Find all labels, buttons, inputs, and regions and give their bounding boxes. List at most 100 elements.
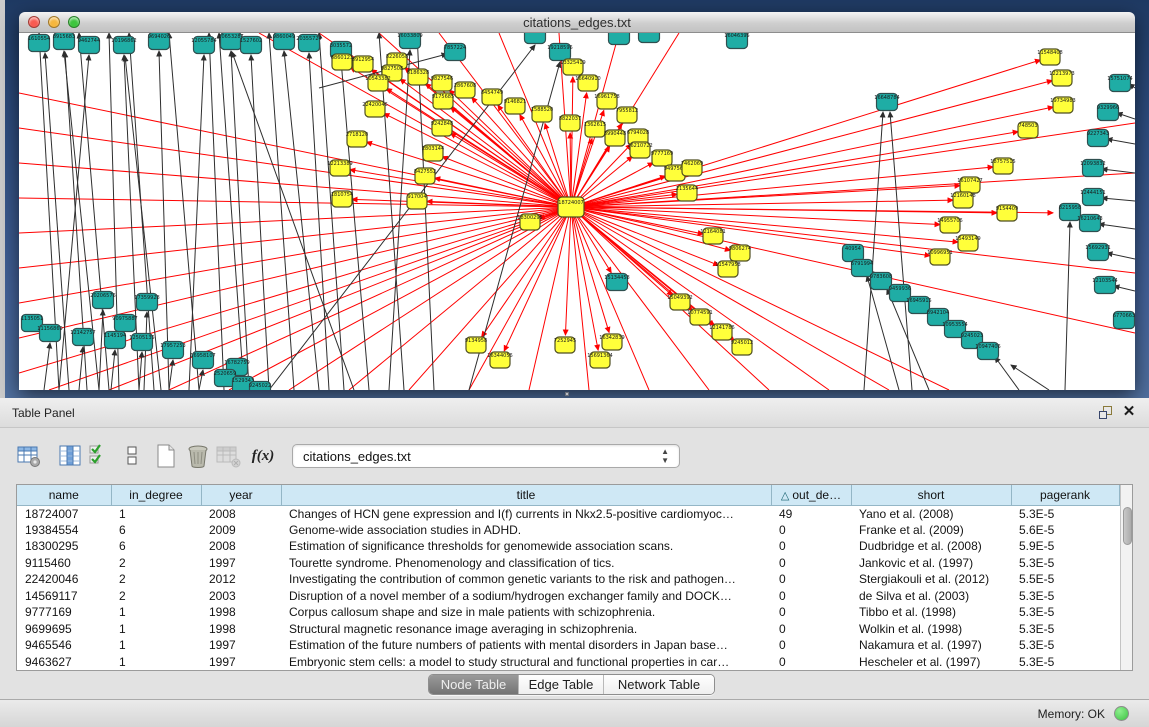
graph-edge[interactable] xyxy=(169,33,199,390)
column-header-title[interactable]: title xyxy=(281,485,771,505)
graph-edge[interactable] xyxy=(159,51,169,390)
graph-node-label: 2520659 xyxy=(214,371,236,377)
graph-edge[interactable] xyxy=(19,128,571,207)
graph-edge[interactable] xyxy=(199,370,203,390)
graph-edge[interactable] xyxy=(19,163,571,207)
table-row[interactable]: 911546021997Tourette syndrome. Phenomeno… xyxy=(17,555,1119,572)
vertical-scrollbar[interactable] xyxy=(1120,485,1133,670)
graph-edge[interactable] xyxy=(1099,224,1135,229)
table-row[interactable]: 1830029562008Estimation of significance … xyxy=(17,538,1119,555)
cell-year: 2008 xyxy=(201,538,281,555)
new-file-button[interactable] xyxy=(152,442,180,470)
graph-node-label: 748503 xyxy=(1018,123,1037,129)
graph-edge[interactable] xyxy=(232,52,354,390)
graph-edge[interactable] xyxy=(1102,198,1135,201)
column-header-short[interactable]: short xyxy=(851,485,1011,505)
graph-edge[interactable] xyxy=(111,350,115,390)
cell-title: Corpus callosum shape and size in male p… xyxy=(281,604,771,621)
graph-edge[interactable] xyxy=(1114,286,1135,291)
cell-name: 19384554 xyxy=(17,522,111,539)
table-row[interactable]: 946362711997Embryonic stem cells: a mode… xyxy=(17,654,1119,671)
graph-edge[interactable] xyxy=(99,310,103,390)
cell-year: 1998 xyxy=(201,604,281,621)
float-panel-icon[interactable] xyxy=(1099,406,1113,420)
column-header-pagerank[interactable]: pagerank xyxy=(1011,485,1119,505)
table-settings-button[interactable] xyxy=(15,442,43,470)
graph-edge[interactable] xyxy=(19,207,571,303)
table-row[interactable]: 1456911722003Disruption of a novel membe… xyxy=(17,588,1119,605)
table-row[interactable]: 1938455462009Genome-wide association stu… xyxy=(17,522,1119,539)
table-column-button[interactable] xyxy=(56,442,84,470)
network-canvas[interactable]: 1610554891568394627441019686296940261205… xyxy=(19,33,1135,390)
network-window-titlebar[interactable]: citations_edges.txt xyxy=(19,12,1135,33)
graph-edge[interactable] xyxy=(19,198,571,207)
graph-edge[interactable] xyxy=(571,207,589,390)
function-button[interactable]: f(x) xyxy=(249,442,277,470)
graph-edge[interactable] xyxy=(251,55,269,390)
graph-edge[interactable] xyxy=(189,55,204,390)
graph-node-label: 19734983 xyxy=(1050,98,1075,104)
graph-node[interactable] xyxy=(525,33,546,44)
graph-edge[interactable] xyxy=(209,33,224,390)
graph-edge[interactable] xyxy=(1102,169,1135,173)
graph-edge[interactable] xyxy=(864,112,883,390)
delete-table-button[interactable] xyxy=(215,442,243,470)
graph-edge[interactable] xyxy=(1107,253,1135,259)
cell-short: Tibbo et al. (1998) xyxy=(851,604,1011,621)
graph-edge[interactable] xyxy=(995,357,1019,390)
select-rows-button[interactable] xyxy=(85,442,113,470)
trash-button[interactable] xyxy=(184,442,212,470)
graph-edge[interactable] xyxy=(571,207,889,390)
table-settings-icon xyxy=(17,444,41,468)
graph-edge[interactable] xyxy=(571,77,573,207)
table-row[interactable]: 969969511998Structural magnetic resonanc… xyxy=(17,621,1119,638)
graph-edge[interactable] xyxy=(529,207,571,390)
tab-node-table[interactable]: Node Table xyxy=(429,675,519,694)
close-panel-icon[interactable]: ✕ xyxy=(1121,404,1137,420)
graph-node-label: 9134958 xyxy=(465,338,487,344)
graph-edge[interactable] xyxy=(79,347,83,390)
graph-edge[interactable] xyxy=(451,133,571,207)
cell-in_degree: 2 xyxy=(111,571,201,588)
table-row[interactable]: 946554611997Estimation of the future num… xyxy=(17,637,1119,654)
graph-edge[interactable] xyxy=(269,33,294,390)
citation-network-graph[interactable]: 1610554891568394627441019686296940261205… xyxy=(19,33,1135,390)
table-row[interactable]: 977716911998Corpus callosum shape and si… xyxy=(17,604,1119,621)
graph-edge[interactable] xyxy=(1065,222,1070,390)
graph-edge[interactable] xyxy=(219,33,244,390)
network-view-window[interactable]: citations_edges.txt 16105548915683946274… xyxy=(19,12,1135,390)
column-header-in_degree[interactable]: in_degree xyxy=(111,485,201,505)
rows-button[interactable] xyxy=(118,442,146,470)
graph-edge[interactable] xyxy=(169,360,173,390)
column-header-out_de[interactable]: △out_de… xyxy=(771,485,851,505)
scrollbar-thumb[interactable] xyxy=(1123,507,1132,545)
cell-in_degree: 1 xyxy=(111,505,201,522)
graph-edge[interactable] xyxy=(19,207,571,373)
cell-out_de: 0 xyxy=(771,555,851,572)
graph-edge[interactable] xyxy=(19,207,571,268)
column-header-year[interactable]: year xyxy=(201,485,281,505)
table-row[interactable]: 1872400712008Changes of HCN gene express… xyxy=(17,505,1119,522)
graph-node-label: 2718120 xyxy=(346,132,368,138)
graph-edge[interactable] xyxy=(19,207,571,233)
graph-edge[interactable] xyxy=(349,207,571,390)
network-window-title: citations_edges.txt xyxy=(19,15,1135,30)
sort-ascending-icon: △ xyxy=(781,490,789,502)
graph-node-label: 7462069 xyxy=(681,161,703,167)
graph-edge[interactable] xyxy=(309,53,329,390)
graph-node[interactable] xyxy=(639,33,660,43)
graph-edge[interactable] xyxy=(44,343,50,390)
cell-in_degree: 6 xyxy=(111,538,201,555)
panel-splitter-handle[interactable] xyxy=(560,391,574,397)
graph-edge[interactable] xyxy=(571,207,1053,213)
graph-node-label: 16210643 xyxy=(1077,216,1102,222)
table-row[interactable]: 2242004622012Investigating the contribut… xyxy=(17,571,1119,588)
tab-edge-table[interactable]: Edge Table xyxy=(519,675,604,694)
graph-edge[interactable] xyxy=(1107,139,1135,144)
graph-edge[interactable] xyxy=(571,93,587,207)
tab-network-table[interactable]: Network Table xyxy=(604,675,714,694)
graph-edge[interactable] xyxy=(1117,113,1135,119)
table-select-dropdown[interactable]: citations_edges.txt ▲▼ xyxy=(292,444,680,468)
column-header-name[interactable]: name xyxy=(17,485,111,505)
graph-node-label: 12142757 xyxy=(70,330,95,336)
